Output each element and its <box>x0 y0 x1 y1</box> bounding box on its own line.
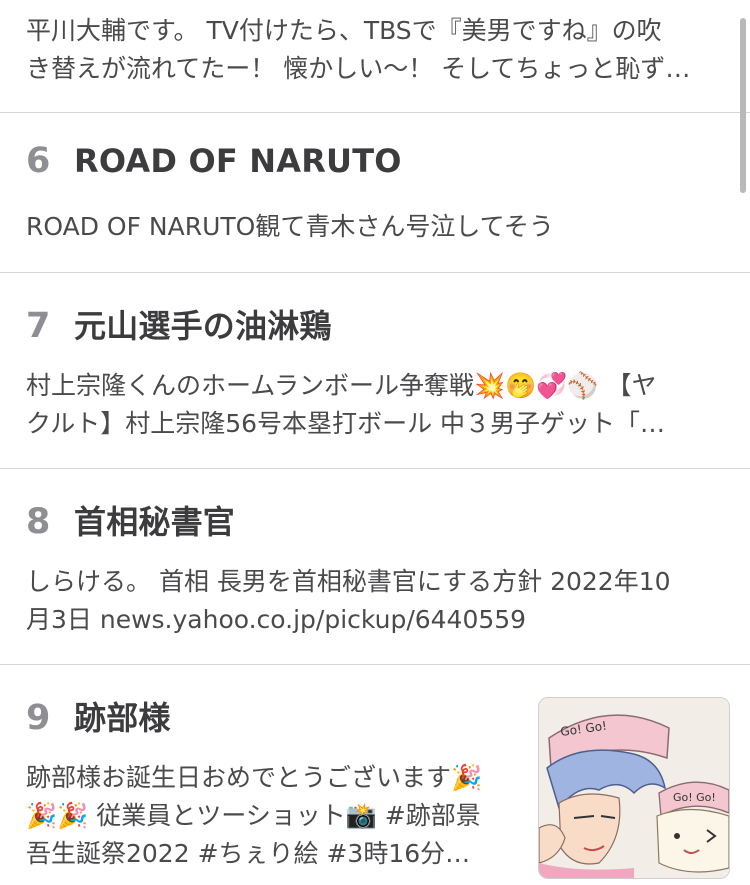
trend-title: ROAD OF NARUTO <box>74 142 402 180</box>
trend-item[interactable]: 7 元山選手の油淋鶏 村上宗隆くんのホームランボール争奪戦💥🤭💞⚾ 【ヤ クルト… <box>0 273 750 469</box>
trend-rank: 7 <box>26 306 51 346</box>
trend-description: しらける。 首相 長男を首相秘書官にする方針 2022年10 月3日 news.… <box>26 567 671 634</box>
illustration-image: Go! Go! Go! Go! <box>539 698 729 878</box>
trend-item[interactable]: 6 ROAD OF NARUTO ROAD OF NARUTO観て青木さん号泣し… <box>0 113 750 273</box>
scrollbar[interactable] <box>740 18 746 193</box>
trend-title: 元山選手の油淋鶏 <box>74 307 332 345</box>
trend-rank: 8 <box>26 502 51 542</box>
trend-thumbnail[interactable]: Go! Go! Go! Go! <box>538 697 730 879</box>
trend-description: 跡部様お誕生日おめでとうございます🎉 🎉🎉 従業員とツーショット📸 #跡部景 吾… <box>26 763 483 868</box>
trend-description: 平川大輔です。 TV付けたら、TBSで『美男ですね』の吹 き替えが流れてたー！ … <box>26 16 691 83</box>
trend-description: 村上宗隆くんのホームランボール争奪戦💥🤭💞⚾ 【ヤ クルト】村上宗隆56号本塁打… <box>26 371 666 438</box>
trend-title: 跡部様 <box>74 699 171 737</box>
trend-description: ROAD OF NARUTO観て青木さん号泣してそう <box>26 212 554 241</box>
trend-title: 首相秘書官 <box>74 503 236 541</box>
trend-rank: 9 <box>26 698 51 738</box>
trend-item[interactable]: 8 首相秘書官 しらける。 首相 長男を首相秘書官にする方針 2022年10 月… <box>0 469 750 665</box>
trend-rank: 6 <box>26 141 51 181</box>
thumbnail-caption-right: Go! Go! <box>673 791 716 804</box>
trend-item[interactable]: 平川大輔です。 TV付けたら、TBSで『美男ですね』の吹 き替えが流れてたー！ … <box>0 0 750 113</box>
